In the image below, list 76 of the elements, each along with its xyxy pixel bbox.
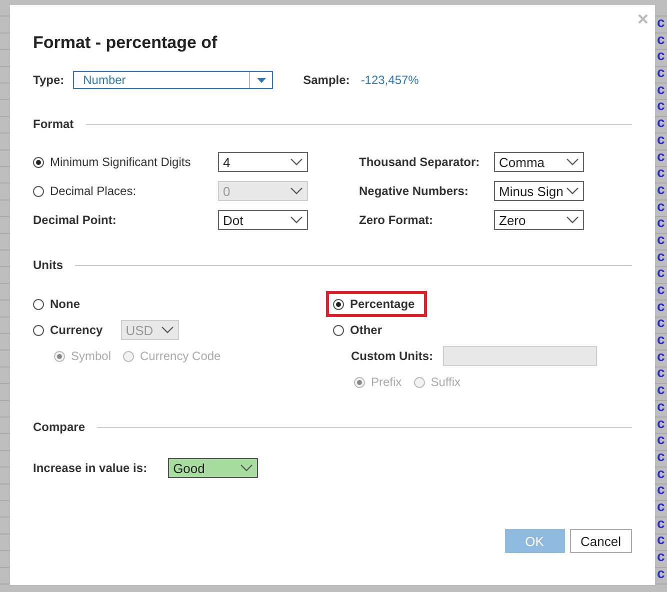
radio-button[interactable] <box>33 186 44 196</box>
type-label: Type: <box>33 73 64 87</box>
table-cell: c <box>656 314 665 332</box>
table-cell: c <box>656 448 665 465</box>
table-cell: c <box>656 414 665 432</box>
field-label: Increase in value is: <box>33 461 148 475</box>
table-cell: c <box>656 331 665 348</box>
section-heading: Units <box>33 258 63 272</box>
table-cell: c <box>656 14 665 31</box>
dropdown[interactable]: Minus Sign <box>494 181 584 201</box>
table-cell: c <box>656 481 665 498</box>
dropdown[interactable]: Dot <box>218 210 308 230</box>
chevron-icon <box>290 158 303 166</box>
radio-button[interactable] <box>333 298 344 310</box>
table-cell: c <box>656 148 665 164</box>
table-cell: c <box>656 381 665 398</box>
table-cell: c <box>656 281 665 298</box>
table-cell: c <box>656 464 665 482</box>
field-label: Decimal Point: <box>33 213 118 227</box>
table-cell: c <box>656 348 665 364</box>
caret-icon <box>256 78 266 82</box>
radio-button[interactable] <box>33 324 44 336</box>
table-cell: c <box>656 114 665 131</box>
chevron-icon <box>290 187 303 195</box>
radio-option[interactable]: Percentage <box>330 295 423 313</box>
dropdown[interactable]: Zero <box>494 210 584 230</box>
table-cell: c <box>656 214 665 231</box>
section-heading: Compare <box>33 420 86 434</box>
table-cell: c <box>656 164 665 181</box>
chevron-icon <box>566 216 579 224</box>
chevron-icon <box>240 464 254 472</box>
radio-option[interactable]: Decimal Places: <box>33 184 218 198</box>
radio-option[interactable]: Currency <box>33 323 103 337</box>
radio-button[interactable] <box>33 298 44 310</box>
table-cell: c <box>656 130 665 148</box>
table-cell: c <box>656 230 665 248</box>
field-label: Negative Numbers: <box>359 184 470 198</box>
cancel-button[interactable]: Cancel <box>570 529 632 553</box>
section-heading: Format <box>33 117 74 131</box>
table-cell: c <box>656 47 665 64</box>
field-label: Thousand Separator: <box>359 155 481 169</box>
dropdown[interactable]: Good <box>168 458 258 478</box>
table-cell: c <box>656 198 665 214</box>
table-cell: c <box>656 364 665 382</box>
table-cell: c <box>656 30 665 48</box>
field-label: Zero Format: <box>359 213 434 227</box>
table-cell: c <box>656 80 665 98</box>
chevron-icon <box>566 187 579 195</box>
table-cell: c <box>656 64 665 81</box>
table-cell: c <box>656 180 665 198</box>
dropdown[interactable]: 4 <box>218 152 308 172</box>
table-cell: c <box>656 548 665 565</box>
chevron-icon <box>290 216 303 224</box>
radio-option[interactable]: None <box>33 297 80 311</box>
table-cell: c <box>656 431 665 448</box>
table-cell: c <box>656 248 665 264</box>
chevron-icon <box>160 326 174 334</box>
table-cell: c <box>656 531 665 548</box>
type-dropdown[interactable]: Number <box>73 71 274 89</box>
table-cell: c <box>656 564 665 582</box>
table-cell: c <box>656 498 665 515</box>
dropdown[interactable]: Comma <box>494 152 584 172</box>
radio-button[interactable] <box>333 324 344 336</box>
table-cell: c <box>656 298 665 314</box>
dialog-title: Format - percentage of <box>33 33 218 53</box>
radio-option[interactable]: Minimum Significant Digits <box>33 155 218 169</box>
radio-option[interactable]: Other <box>333 323 382 337</box>
table-cell: c <box>656 398 665 414</box>
table-cell: c <box>656 97 665 114</box>
table-cell: c <box>656 514 665 532</box>
table-cell: c <box>656 264 665 281</box>
sample-value: -123,457% <box>360 73 419 87</box>
chevron-icon <box>566 158 579 166</box>
field-label: Custom Units: <box>351 349 433 363</box>
sample-label: Sample: <box>303 73 350 87</box>
radio-button[interactable] <box>33 156 44 168</box>
